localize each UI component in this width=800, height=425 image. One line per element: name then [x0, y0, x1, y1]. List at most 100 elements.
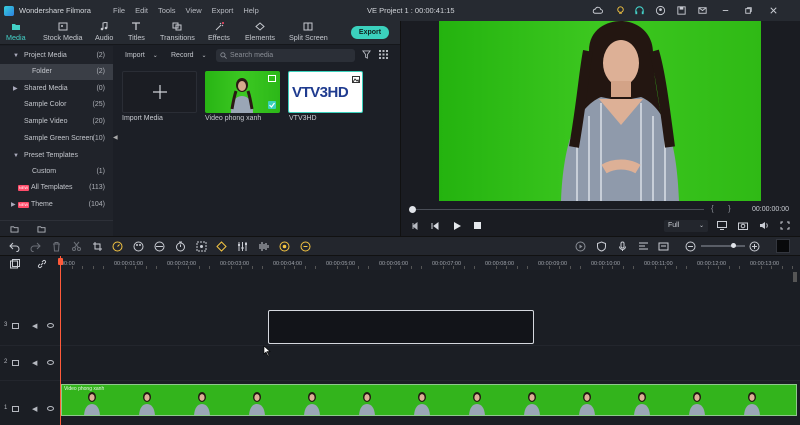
cloud-icon[interactable]	[592, 5, 603, 16]
media-thumb-vtv3hd[interactable]: VTV3HD	[288, 71, 363, 113]
eye-icon[interactable]	[47, 406, 54, 411]
sidebar-item-custom[interactable]: Custom (1)	[0, 164, 113, 180]
new-folder-icon[interactable]	[10, 225, 19, 233]
audio-mixer-icon[interactable]	[237, 241, 248, 252]
preview-scrubber-track[interactable]	[416, 209, 704, 210]
sidebar-item-sample-video[interactable]: Sample Video (20)	[0, 114, 113, 130]
layout-toggle[interactable]	[776, 239, 790, 253]
lock-icon[interactable]	[12, 323, 19, 329]
record-dropdown[interactable]: Record ⌄	[171, 49, 207, 62]
preview-scrubber-handle[interactable]	[409, 206, 416, 213]
minimize-window-icon[interactable]	[720, 5, 731, 16]
menu-file[interactable]: File	[113, 6, 125, 15]
quality-dropdown[interactable]: Full ⌄	[664, 220, 708, 232]
tab-elements[interactable]: Elements	[245, 21, 275, 45]
volume-icon[interactable]	[759, 221, 769, 230]
filter-icon[interactable]	[362, 50, 371, 59]
shield-icon[interactable]	[596, 241, 607, 252]
render-preview-icon[interactable]	[575, 241, 586, 252]
redo-icon[interactable]	[30, 241, 41, 252]
sidebar-item-project-media[interactable]: ▼ Project Media (2)	[0, 48, 113, 64]
eye-icon[interactable]	[47, 323, 54, 328]
motion-tracking-icon[interactable]	[196, 241, 207, 252]
lightbulb-icon[interactable]	[615, 5, 626, 16]
open-folder-icon[interactable]	[37, 225, 46, 233]
speaker-icon[interactable]: ◀	[32, 322, 37, 330]
green-screen-icon[interactable]	[154, 241, 165, 252]
speaker-icon[interactable]: ◀	[32, 359, 37, 367]
tab-media[interactable]: Media	[6, 21, 26, 45]
lock-icon[interactable]	[12, 406, 19, 412]
mail-icon[interactable]	[697, 5, 708, 16]
search-box[interactable]: Search media	[216, 49, 355, 62]
zoom-out-icon[interactable]	[685, 241, 696, 252]
tab-audio[interactable]: Audio	[95, 21, 113, 45]
menu-help[interactable]: Help	[243, 6, 258, 15]
menu-tools[interactable]: Tools	[158, 6, 176, 15]
grid-view-icon[interactable]	[379, 50, 388, 59]
sidebar-item-label: Folder	[32, 68, 52, 75]
add-track-icon[interactable]	[10, 259, 20, 269]
account-icon[interactable]	[655, 5, 666, 16]
lock-icon[interactable]	[12, 360, 19, 366]
zoom-in-icon[interactable]	[749, 241, 760, 252]
track-1-number: 1	[4, 405, 8, 411]
menu-export[interactable]: Export	[212, 6, 234, 15]
cut-icon[interactable]	[71, 241, 82, 252]
mark-out-bracket[interactable]: }	[728, 204, 731, 213]
tab-effects[interactable]: Effects	[208, 21, 230, 45]
mark-in-bracket[interactable]: {	[711, 204, 714, 213]
delete-icon[interactable]	[51, 241, 62, 252]
close-window-icon[interactable]	[768, 5, 779, 16]
keyframe-icon[interactable]	[216, 241, 227, 252]
fullscreen-icon[interactable]	[780, 221, 790, 230]
undo-icon[interactable]	[9, 241, 20, 252]
tab-stock-media[interactable]: Stock Media	[43, 21, 83, 45]
sidebar-item-all-templates[interactable]: NEW All Templates (113)	[0, 180, 113, 196]
tab-split-screen[interactable]: Split Screen	[289, 21, 328, 45]
menu-edit[interactable]: Edit	[135, 6, 148, 15]
video-clip[interactable]: Video phong xanh	[61, 384, 797, 416]
export-button[interactable]: Export	[351, 26, 389, 39]
tab-transitions[interactable]: Transitions	[160, 21, 195, 45]
snapshot-icon[interactable]	[738, 221, 748, 230]
microphone-icon[interactable]	[617, 241, 628, 252]
link-icon[interactable]	[37, 259, 47, 269]
color-icon[interactable]	[133, 241, 144, 252]
play-icon[interactable]	[453, 222, 461, 230]
sidebar-item-sample-color[interactable]: Sample Color (25)	[0, 97, 113, 113]
timeline-scrollbar[interactable]	[793, 272, 797, 282]
voiceover-list-icon[interactable]	[638, 241, 649, 252]
sidebar-item-theme[interactable]: ▶ NEW Theme (104)	[0, 197, 113, 213]
menu-view[interactable]: View	[186, 6, 202, 15]
eye-icon[interactable]	[47, 360, 54, 365]
media-thumb-video[interactable]	[205, 71, 280, 113]
speaker-icon[interactable]: ◀	[32, 405, 37, 413]
title-clip[interactable]	[268, 310, 534, 344]
zoom-slider[interactable]	[701, 245, 745, 247]
import-media-tile[interactable]	[122, 71, 197, 113]
auto-reframe-icon[interactable]	[279, 241, 290, 252]
zoom-slider-handle[interactable]	[731, 243, 736, 248]
sidebar-item-sample-green-screen[interactable]: Sample Green Screen (10)	[0, 131, 113, 147]
headset-icon[interactable]	[634, 5, 645, 16]
rewind-icon[interactable]	[410, 222, 418, 230]
playhead[interactable]	[60, 256, 61, 425]
stop-icon[interactable]	[474, 222, 481, 229]
crop-icon[interactable]	[92, 241, 103, 252]
restore-window-icon[interactable]	[743, 5, 754, 16]
monitor-icon[interactable]	[717, 221, 727, 230]
duration-icon[interactable]	[175, 241, 186, 252]
sidebar-item-shared-media[interactable]: ▶ Shared Media (0)	[0, 81, 113, 97]
speed-icon[interactable]	[112, 241, 123, 252]
audio-stretch-icon[interactable]	[258, 241, 269, 252]
ai-effect-icon[interactable]	[300, 241, 311, 252]
sidebar-item-preset-templates[interactable]: ▼ Preset Templates	[0, 148, 113, 164]
sidebar-item-folder[interactable]: Folder (2)	[0, 64, 113, 80]
playhead-handle[interactable]	[58, 258, 63, 265]
import-dropdown[interactable]: Import ⌄	[125, 49, 158, 62]
tab-titles[interactable]: Titles	[128, 21, 145, 45]
step-back-icon[interactable]	[431, 222, 439, 230]
snapshot-marker-icon[interactable]	[658, 241, 669, 252]
save-icon[interactable]	[676, 5, 687, 16]
